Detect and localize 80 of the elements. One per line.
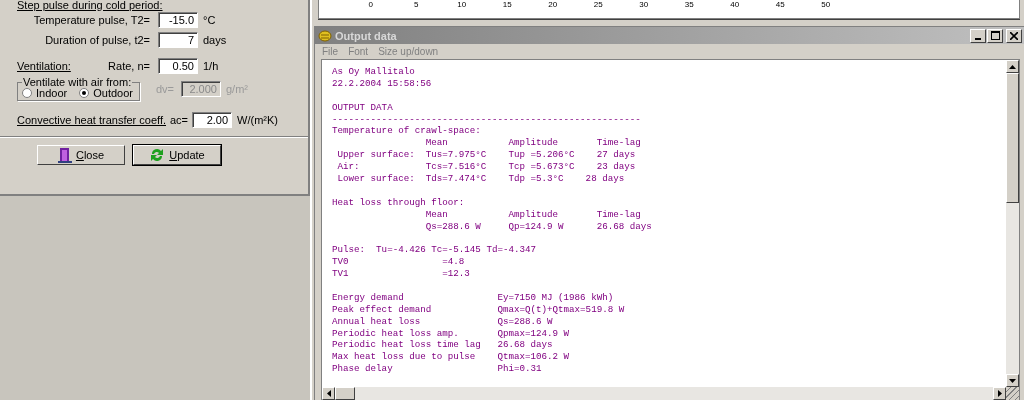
scroll-left-button[interactable] bbox=[322, 387, 335, 400]
axis-tick-label: 35 bbox=[683, 0, 695, 9]
field-label: dv= bbox=[154, 83, 174, 95]
output-line: Temperature of crawl-space: bbox=[332, 125, 482, 138]
door-icon bbox=[57, 147, 72, 163]
unit-label: days bbox=[203, 34, 227, 46]
window-title: Output data bbox=[335, 29, 398, 42]
maximize-button[interactable] bbox=[987, 28, 1003, 43]
output-line: Phase delay Phi=0.31 bbox=[332, 363, 543, 376]
output-line: Qs=288.6 W Qp=124.9 W 26.68 days bbox=[424, 220, 653, 233]
scroll-right-button[interactable] bbox=[993, 387, 1006, 400]
radio-option[interactable]: Outdoor bbox=[79, 86, 133, 99]
output-line: 22.2.2004 15:58:56 bbox=[332, 77, 433, 90]
axis-tick-label: 45 bbox=[774, 0, 786, 9]
field-label: Duration of pulse, t2= bbox=[44, 34, 150, 46]
output-line: Annual heat loss Qs=288.6 W bbox=[332, 315, 554, 328]
axis-tick-label: 0 bbox=[367, 0, 374, 9]
unit-label: 1/h bbox=[203, 60, 219, 72]
field-label: Convective heat transfer coeff. bbox=[17, 114, 166, 126]
close-icon bbox=[1010, 31, 1018, 40]
section-label: Ventilation: bbox=[17, 60, 72, 72]
radio-button[interactable] bbox=[79, 87, 90, 98]
section-label: Step pulse during cold period: bbox=[17, 0, 164, 10]
output-line: Upper surface: Tus=7.975°C Tup =5.206°C 27 days bbox=[336, 149, 637, 162]
axis-tick-label: 20 bbox=[547, 0, 559, 9]
scroll-thumb[interactable] bbox=[1006, 73, 1019, 203]
field-label: Rate, n= bbox=[107, 60, 150, 72]
axis-tick-label: 40 bbox=[729, 0, 741, 9]
axis-tick-label: 10 bbox=[456, 0, 468, 9]
output-line: As Oy Mallitalo bbox=[332, 66, 416, 78]
unit-label: °C bbox=[203, 14, 216, 26]
size-grip[interactable] bbox=[1006, 387, 1019, 400]
output-line: Lower surface: Tds=7.474°C Tdp =5.3°C 28 days bbox=[336, 173, 626, 185]
up-arrow-icon bbox=[1009, 64, 1016, 69]
input-field[interactable]: 0.50 bbox=[158, 58, 198, 74]
radio-option[interactable]: Indoor bbox=[22, 86, 68, 99]
maximize-icon bbox=[990, 31, 1000, 40]
output-line: Max heat loss due to pulse Qtmax=106.2 W bbox=[332, 351, 571, 364]
output-line: TV0 =4.8 bbox=[332, 256, 466, 269]
refresh-icon bbox=[149, 147, 166, 163]
input-field[interactable]: -15.0 bbox=[158, 12, 198, 28]
input-field[interactable]: 7 bbox=[158, 32, 198, 48]
output-line: TV1 =12.3 bbox=[332, 268, 471, 281]
app-icon bbox=[318, 28, 332, 43]
output-line: Periodic heat loss time lag 26.68 days bbox=[332, 339, 554, 352]
horizontal-scrollbar[interactable] bbox=[322, 387, 1006, 400]
down-arrow-icon bbox=[1009, 378, 1016, 383]
left-arrow-icon bbox=[326, 390, 331, 398]
field-label: ac= bbox=[170, 114, 189, 126]
radio-button[interactable] bbox=[22, 87, 32, 98]
unit-label: W/(m²K) bbox=[237, 114, 278, 126]
field-label: Temperature pulse, T2= bbox=[32, 14, 150, 26]
output-line: Heat loss through floor: bbox=[332, 196, 466, 209]
output-line: Mean Amplitude Time-lag bbox=[424, 208, 642, 221]
minimize-icon bbox=[975, 37, 981, 40]
output-line: Periodic heat loss amp. Qpmax=124.9 W bbox=[332, 327, 571, 340]
minimize-button[interactable] bbox=[970, 28, 986, 43]
update-button[interactable]: Update bbox=[133, 145, 221, 165]
unit-label: g/m² bbox=[225, 83, 248, 95]
axis-tick-label: 50 bbox=[820, 0, 832, 9]
scroll-thumb[interactable] bbox=[335, 387, 355, 400]
right-arrow-icon bbox=[997, 390, 1002, 398]
scroll-up-button[interactable] bbox=[1006, 60, 1019, 73]
axis-tick-label: 25 bbox=[592, 0, 604, 9]
scroll-down-button[interactable] bbox=[1006, 374, 1019, 388]
output-line: Air: Tcs=7.516°C Tcp =5.673°C 23 days bbox=[336, 161, 637, 173]
axis-tick-label: 30 bbox=[638, 0, 650, 9]
close-button[interactable] bbox=[1006, 28, 1022, 43]
output-line: OUTPUT DATA bbox=[332, 101, 394, 114]
axis-tick-label: 15 bbox=[501, 0, 513, 9]
output-line: Energy demand Ey=7150 MJ (1986 kWh) bbox=[332, 291, 615, 304]
output-line: Mean Amplitude Time-lag bbox=[424, 137, 642, 150]
output-line: Peak effect demand Qmax=Q(t)+Qtmax=519.8 W bbox=[332, 303, 626, 316]
output-line: -------------------------------------------------------- bbox=[332, 113, 642, 126]
vertical-scrollbar[interactable] bbox=[1006, 60, 1019, 388]
axis-tick-label: 5 bbox=[413, 0, 420, 9]
group-title: Ventilate with air from: bbox=[22, 77, 133, 87]
close-button[interactable]: Close bbox=[37, 145, 125, 165]
output-line: Pulse: Tu=-4.426 Tc=-5.145 Td=-4.347 bbox=[332, 244, 537, 257]
input-field[interactable]: 2.00 bbox=[192, 112, 233, 128]
